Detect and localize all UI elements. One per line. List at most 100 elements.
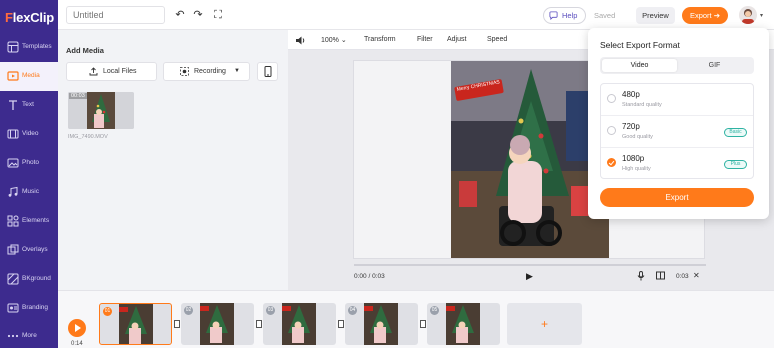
sidebar-item-media[interactable]: Media <box>0 62 58 91</box>
clip-thumbnail <box>119 304 153 344</box>
clip-number: 03 <box>266 306 275 315</box>
sidebar-item-bkground[interactable]: BKground <box>0 265 58 294</box>
playback-progress[interactable] <box>354 264 706 266</box>
quality-option-1080p[interactable]: 1080p High quality Plus <box>601 148 753 180</box>
split-icon[interactable] <box>656 271 665 280</box>
format-tabs: Video GIF <box>600 57 754 74</box>
timeline-clip[interactable]: 04 <box>345 303 418 345</box>
radio-button-selected[interactable] <box>607 158 616 167</box>
undo-icon[interactable]: ↶ <box>173 8 187 22</box>
clip-thumbnail-image <box>282 303 316 345</box>
recording-button[interactable]: Recording ▼ <box>163 62 250 81</box>
adjust-button[interactable]: Adjust <box>447 36 466 43</box>
logo-f-mark: F <box>5 10 13 25</box>
quality-option-720p[interactable]: 720p Good quality Basic <box>601 116 753 148</box>
play-icon[interactable]: ▶ <box>526 271 533 282</box>
radio-button[interactable] <box>607 126 616 135</box>
clip-thumbnail <box>364 303 398 345</box>
clip-number: 02 <box>184 306 193 315</box>
sidebar-item-more[interactable]: More <box>0 322 58 348</box>
clip-thumbnail <box>200 303 234 345</box>
avatar[interactable] <box>739 6 757 24</box>
plan-badge: Basic <box>724 128 747 137</box>
project-title-input[interactable] <box>66 6 165 24</box>
logo-text: lexClip <box>12 10 54 25</box>
transition-icon[interactable] <box>174 320 180 328</box>
tab-video[interactable]: Video <box>602 59 677 72</box>
help-button[interactable]: Help <box>543 7 586 24</box>
volume-icon[interactable] <box>296 36 306 45</box>
media-duration-badge: 00:03 <box>69 93 87 99</box>
tab-gif[interactable]: GIF <box>677 59 752 72</box>
sidebar-item-templates[interactable]: Templates <box>0 33 58 62</box>
microphone-icon[interactable] <box>637 271 645 281</box>
delete-x-icon[interactable]: ✕ <box>693 271 700 280</box>
transition-icon[interactable] <box>338 320 344 328</box>
preview-button[interactable]: Preview <box>636 7 675 24</box>
add-media-heading: Add Media <box>66 46 104 55</box>
chevron-down-icon: ▼ <box>234 68 240 74</box>
transition-icon[interactable] <box>256 320 262 328</box>
arrow-right-icon: ➔ <box>713 11 721 20</box>
quality-description: Standard quality <box>622 102 662 108</box>
media-icon <box>7 71 19 81</box>
transition-icon[interactable] <box>420 320 426 328</box>
sidebar-item-label: Elements <box>22 217 50 224</box>
clip-thumbnail <box>446 303 480 345</box>
help-chat-icon <box>549 11 558 20</box>
local-files-button[interactable]: Local Files <box>66 62 157 81</box>
timeline-clip[interactable]: 05 <box>427 303 500 345</box>
fullscreen-icon[interactable]: ⛶ <box>211 8 225 22</box>
top-bar: ↶ ↷ ⛶ Help Saved Preview Export ➔ ▾ <box>58 0 774 30</box>
sidebar-item-label: Branding <box>22 304 49 311</box>
more-icon <box>7 334 19 338</box>
sidebar-item-branding[interactable]: Branding <box>0 294 58 323</box>
playback-time: 0:00 / 0:03 <box>354 273 385 280</box>
text-icon <box>9 100 17 110</box>
video-frame[interactable]: Merry CHRISTMAS <box>451 61 609 258</box>
zoom-value: 100% <box>321 37 339 44</box>
export-button[interactable]: Export <box>600 188 754 207</box>
sidebar-item-elements[interactable]: Elements <box>0 207 58 236</box>
quality-options: 480p Standard quality 720p Good quality … <box>600 83 754 179</box>
sidebar-item-overlays[interactable]: Overlays <box>0 236 58 265</box>
clip-thumbnail-image <box>446 303 480 345</box>
sidebar-item-text[interactable]: Text <box>0 91 58 120</box>
flexclip-logo[interactable]: FlexClip <box>5 10 54 25</box>
quality-resolution: 480p <box>622 90 640 99</box>
phone-upload-button[interactable] <box>257 62 278 81</box>
clip-number: 04 <box>348 306 357 315</box>
photo-icon <box>7 158 19 168</box>
quality-option-480p[interactable]: 480p Standard quality <box>601 84 753 116</box>
timeline-clip[interactable]: 01 <box>99 303 172 345</box>
sidebar-item-video[interactable]: Video <box>0 120 58 149</box>
sidebar-item-music[interactable]: Music <box>0 178 58 207</box>
mobile-icon <box>264 66 272 77</box>
add-clip-button[interactable]: + <box>507 303 582 345</box>
chevron-down-icon[interactable]: ▾ <box>760 12 763 19</box>
branding-icon <box>7 303 19 313</box>
export-top-button[interactable]: Export ➔ <box>682 7 728 24</box>
upload-icon <box>89 67 98 76</box>
zoom-select[interactable]: 100% ⌄ <box>321 36 347 44</box>
transform-button[interactable]: Transform <box>364 36 396 43</box>
filter-button[interactable]: Filter <box>417 36 433 43</box>
export-format-panel: Select Export Format Video GIF 480p Stan… <box>588 28 769 219</box>
clip-number: 01 <box>103 307 112 316</box>
timeline-play-button[interactable] <box>68 319 86 337</box>
timeline-clip[interactable]: 03 <box>263 303 336 345</box>
radio-button[interactable] <box>607 94 616 103</box>
quality-description: High quality <box>622 166 651 172</box>
timeline-clip[interactable]: 02 <box>181 303 254 345</box>
clip-duration: 0:03 <box>676 273 689 280</box>
recording-label: Recording <box>194 68 226 75</box>
redo-icon[interactable]: ↷ <box>191 8 205 22</box>
overlays-icon <box>7 244 19 255</box>
sidebar-item-label: Media <box>22 72 40 79</box>
elements-icon <box>7 215 19 227</box>
sidebar-item-photo[interactable]: Photo <box>0 149 58 178</box>
video-icon <box>7 129 19 139</box>
sidebar-item-label: Photo <box>22 159 39 166</box>
clip-thumbnail-image <box>364 303 398 345</box>
speed-button[interactable]: Speed <box>487 36 507 43</box>
